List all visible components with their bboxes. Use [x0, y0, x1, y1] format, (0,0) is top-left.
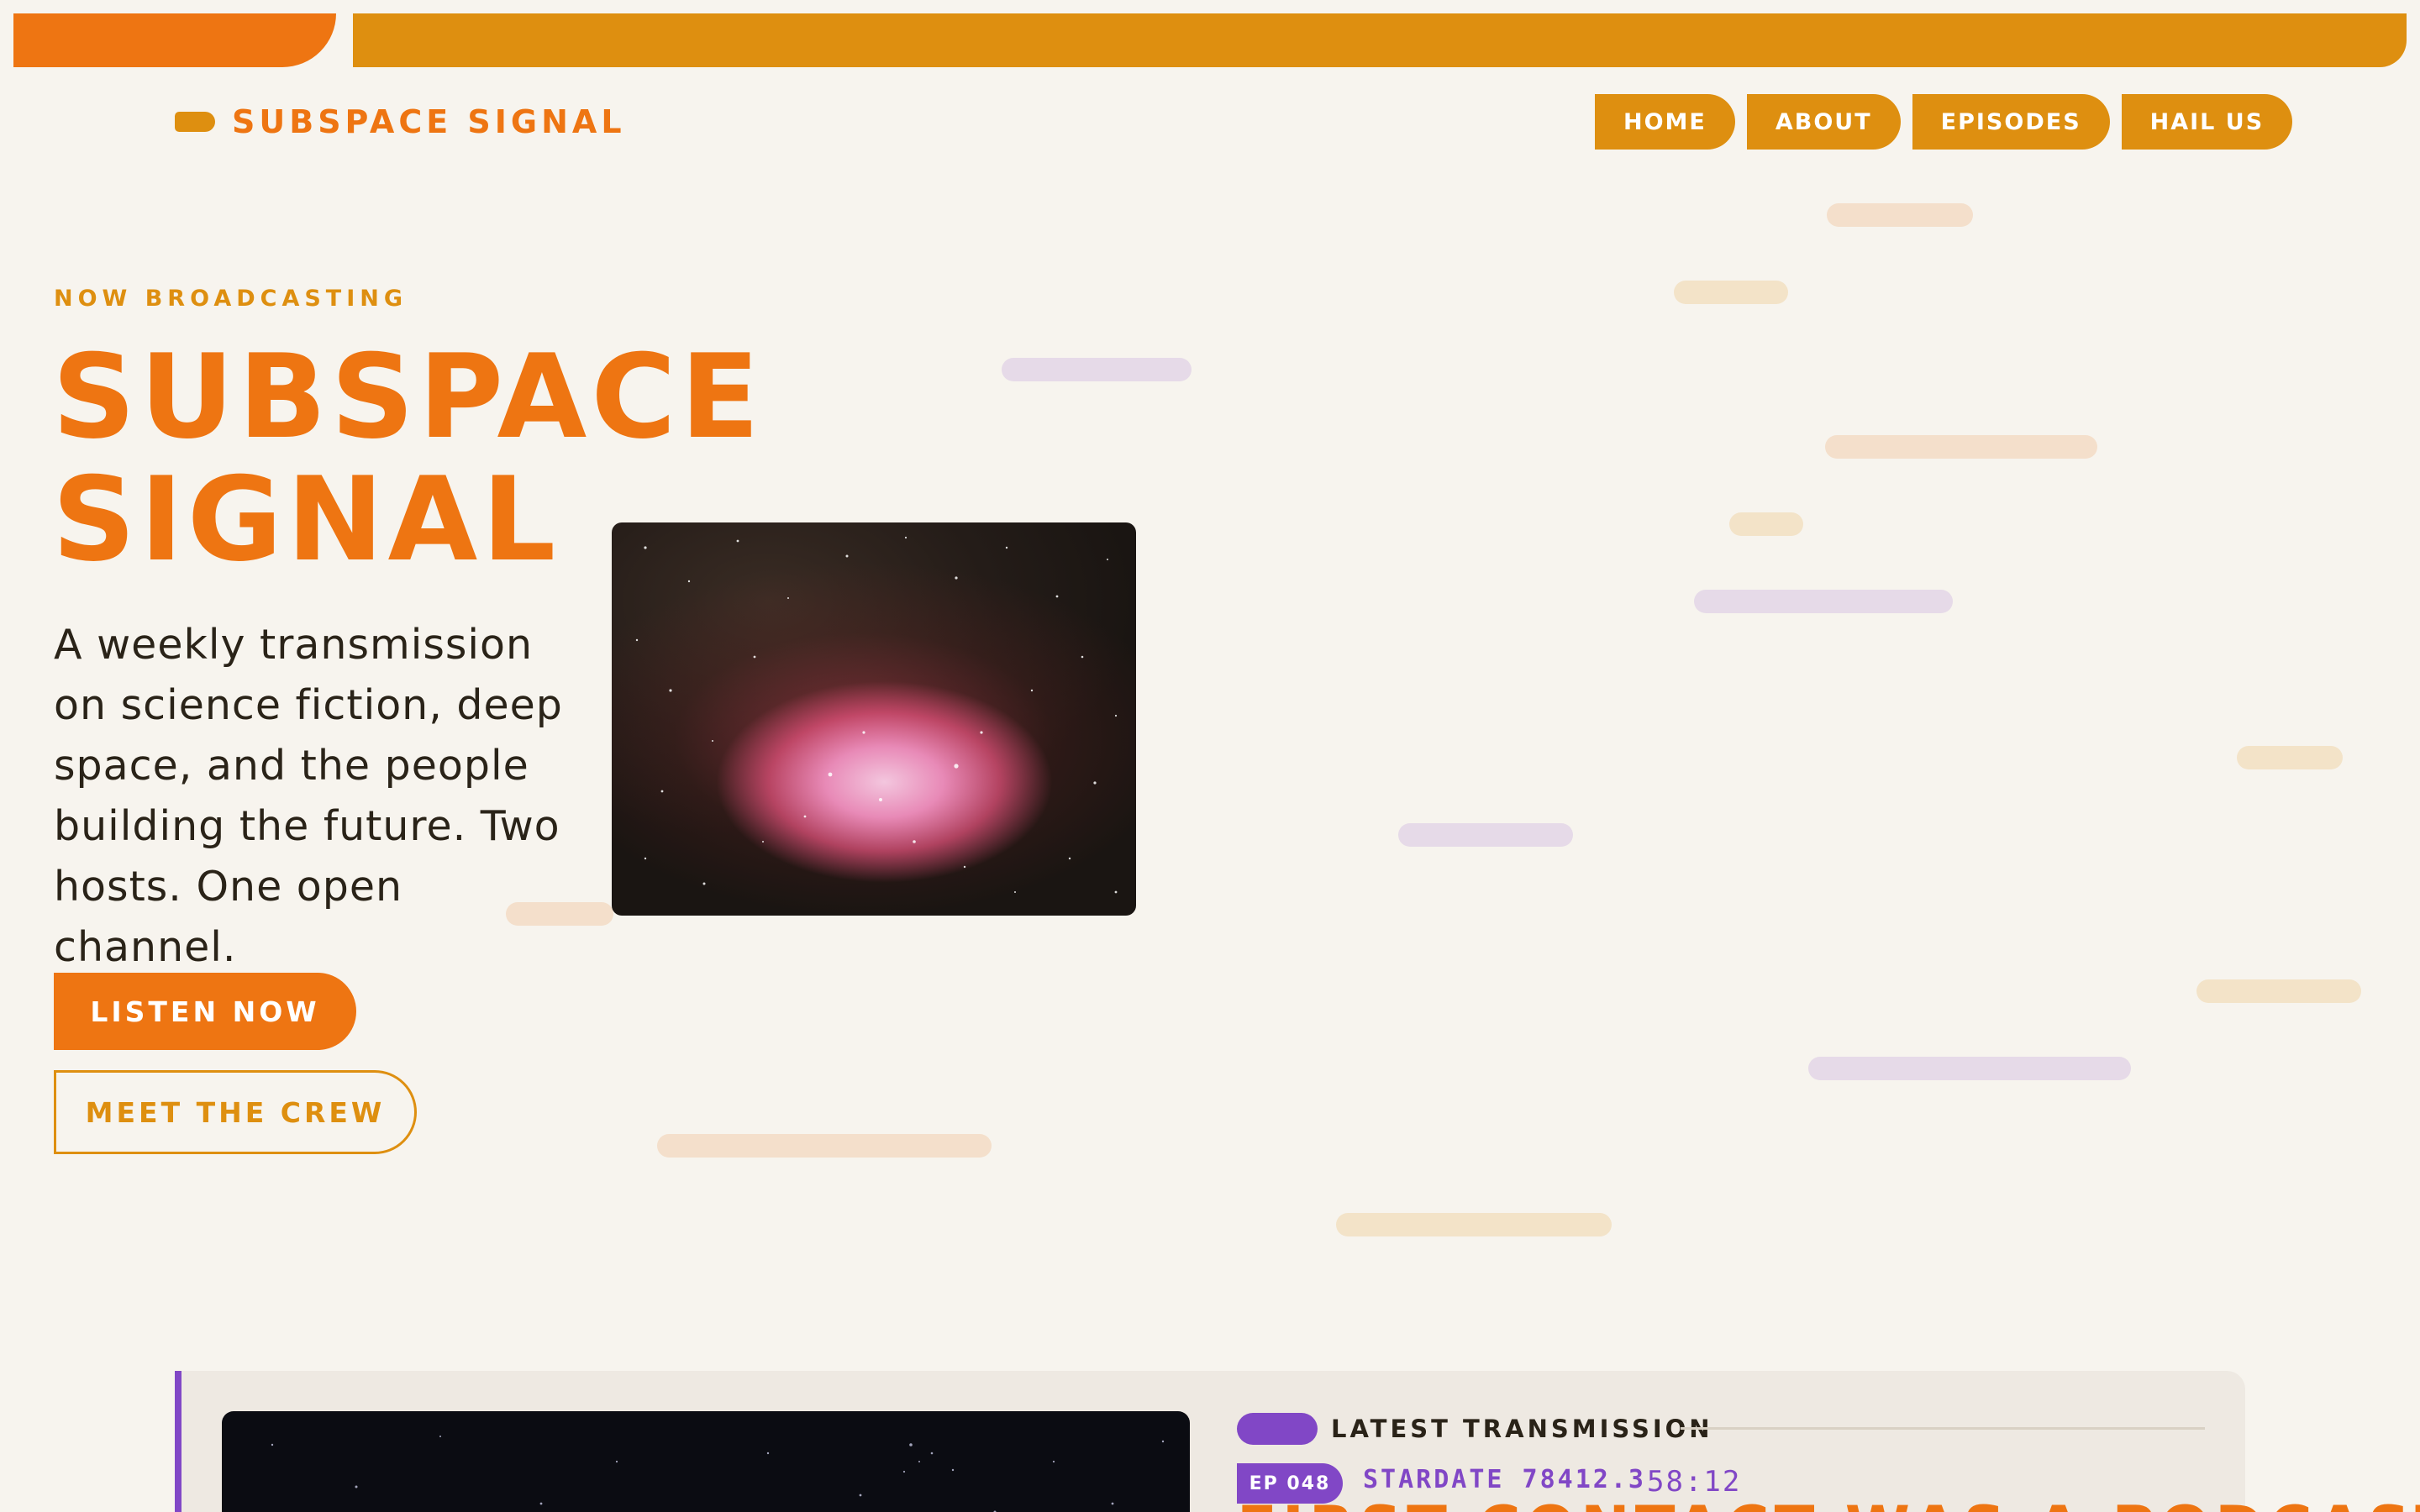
decor-bar [1694, 590, 1953, 613]
starfield-overlay [635, 536, 1118, 894]
listen-now-button[interactable]: LISTEN NOW [54, 973, 356, 1050]
episode-stardate: STARDATE 78412.3 [1363, 1465, 1646, 1494]
decor-bar [2237, 746, 2343, 769]
top-bar-accent-right [353, 13, 2407, 67]
latest-indicator-pill [1237, 1413, 1318, 1445]
page: SUBSPACE SIGNAL HOME ABOUT EPISODES HAIL… [0, 0, 2420, 1512]
decor-bar [1398, 823, 1573, 847]
brand-name: SUBSPACE SIGNAL [232, 103, 626, 140]
nav-episodes[interactable]: EPISODES [1912, 94, 2110, 150]
latest-divider [1681, 1427, 2205, 1430]
decor-bar [1729, 512, 1803, 536]
nav-home[interactable]: HOME [1595, 94, 1735, 150]
episode-thumbnail[interactable] [222, 1411, 1190, 1512]
decor-bar [1827, 203, 1973, 227]
hero-eyebrow: NOW BROADCASTING [54, 286, 408, 312]
nebula-image [612, 522, 1136, 916]
decor-bar [1336, 1213, 1612, 1236]
main-nav: HOME ABOUT EPISODES HAIL US [1595, 94, 2293, 150]
top-bar-accent-left [13, 13, 336, 67]
episode-starfield [271, 1436, 1165, 1512]
nav-hail-us[interactable]: HAIL US [2121, 94, 2293, 150]
brand-pill-icon [175, 112, 215, 132]
decor-bar [657, 1134, 992, 1158]
decor-bar [1808, 1057, 2131, 1080]
meet-the-crew-button[interactable]: MEET THE CREW [54, 1070, 417, 1154]
latest-transmission-label: LATEST TRANSMISSION [1331, 1415, 1713, 1443]
decor-bar [1825, 435, 2097, 459]
nav-about[interactable]: ABOUT [1746, 94, 1901, 150]
hero-description: A weekly transmission on science fiction… [54, 621, 563, 971]
decor-bar [1674, 281, 1788, 304]
decor-bar [2196, 979, 2361, 1003]
brand-logo-link[interactable]: SUBSPACE SIGNAL [175, 101, 626, 143]
episode-title[interactable]: FIRST CONTACT WAS A PODCAST [1237, 1494, 2420, 1512]
decor-bar [1002, 358, 1192, 381]
